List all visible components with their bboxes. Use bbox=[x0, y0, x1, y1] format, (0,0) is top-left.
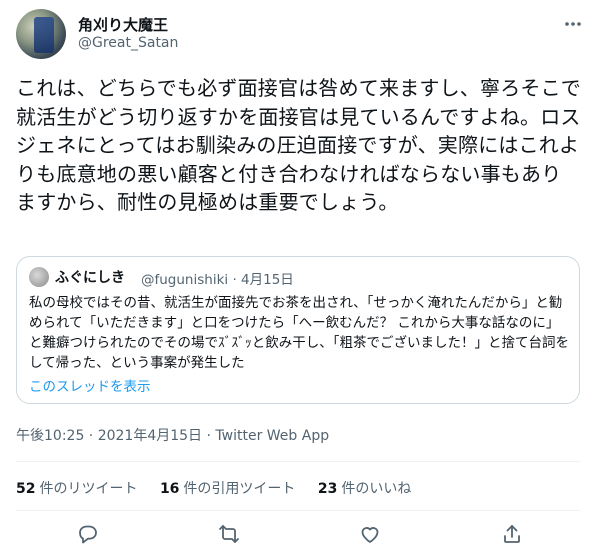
share-icon[interactable] bbox=[500, 522, 524, 546]
quoted-tweet[interactable]: ふぐにしき @fugunishiki · 4月15日 私の母校ではその昔、就活生… bbox=[16, 256, 580, 404]
like-icon[interactable] bbox=[358, 522, 382, 546]
quoted-handle-date: @fugunishiki · 4月15日 bbox=[141, 272, 294, 288]
show-thread-link[interactable]: このスレッドを表示 bbox=[29, 375, 151, 395]
divider bbox=[16, 461, 580, 462]
retweet-icon[interactable] bbox=[217, 522, 241, 546]
author-avatar[interactable] bbox=[16, 9, 66, 59]
retweets-count: 52 bbox=[16, 481, 36, 497]
retweets-stat[interactable]: 52 件のリツイート bbox=[16, 481, 137, 497]
more-icon[interactable] bbox=[563, 14, 583, 34]
author-handle[interactable]: @Great_Satan bbox=[78, 35, 178, 51]
quoted-avatar bbox=[29, 267, 49, 287]
likes-stat[interactable]: 23 件のいいね bbox=[318, 481, 411, 497]
likes-label: 件のいいね bbox=[341, 481, 412, 497]
tweet-timestamp[interactable]: 午後10:25 · 2021年4月15日 · Twitter Web App bbox=[16, 425, 329, 445]
tweet-text: これは、どちらでも必ず面接官は咎めて来ますし、寧ろそこで就活生がどう切り返すかを… bbox=[16, 76, 581, 214]
author-name[interactable]: 角刈り大魔王 bbox=[78, 14, 168, 35]
reply-icon[interactable] bbox=[76, 522, 100, 546]
retweets-label: 件のリツイート bbox=[39, 481, 138, 497]
likes-count: 23 bbox=[317, 481, 338, 497]
quotes-count: 16 bbox=[159, 481, 180, 497]
quoted-text: 私の母校ではその昔、就活生が面接先でお茶を出され、「せっかく淹れたんだから」と勧… bbox=[29, 295, 569, 371]
quotes-label: 件の引用ツイート bbox=[183, 481, 296, 497]
divider bbox=[16, 510, 580, 511]
quoted-author-name: ふぐにしき bbox=[55, 270, 125, 286]
quotes-stat[interactable]: 16 件の引用ツイート bbox=[160, 481, 295, 497]
tweet-stats: 52 件のリツイート 16 件の引用ツイート 23 件のいいね bbox=[16, 478, 429, 498]
